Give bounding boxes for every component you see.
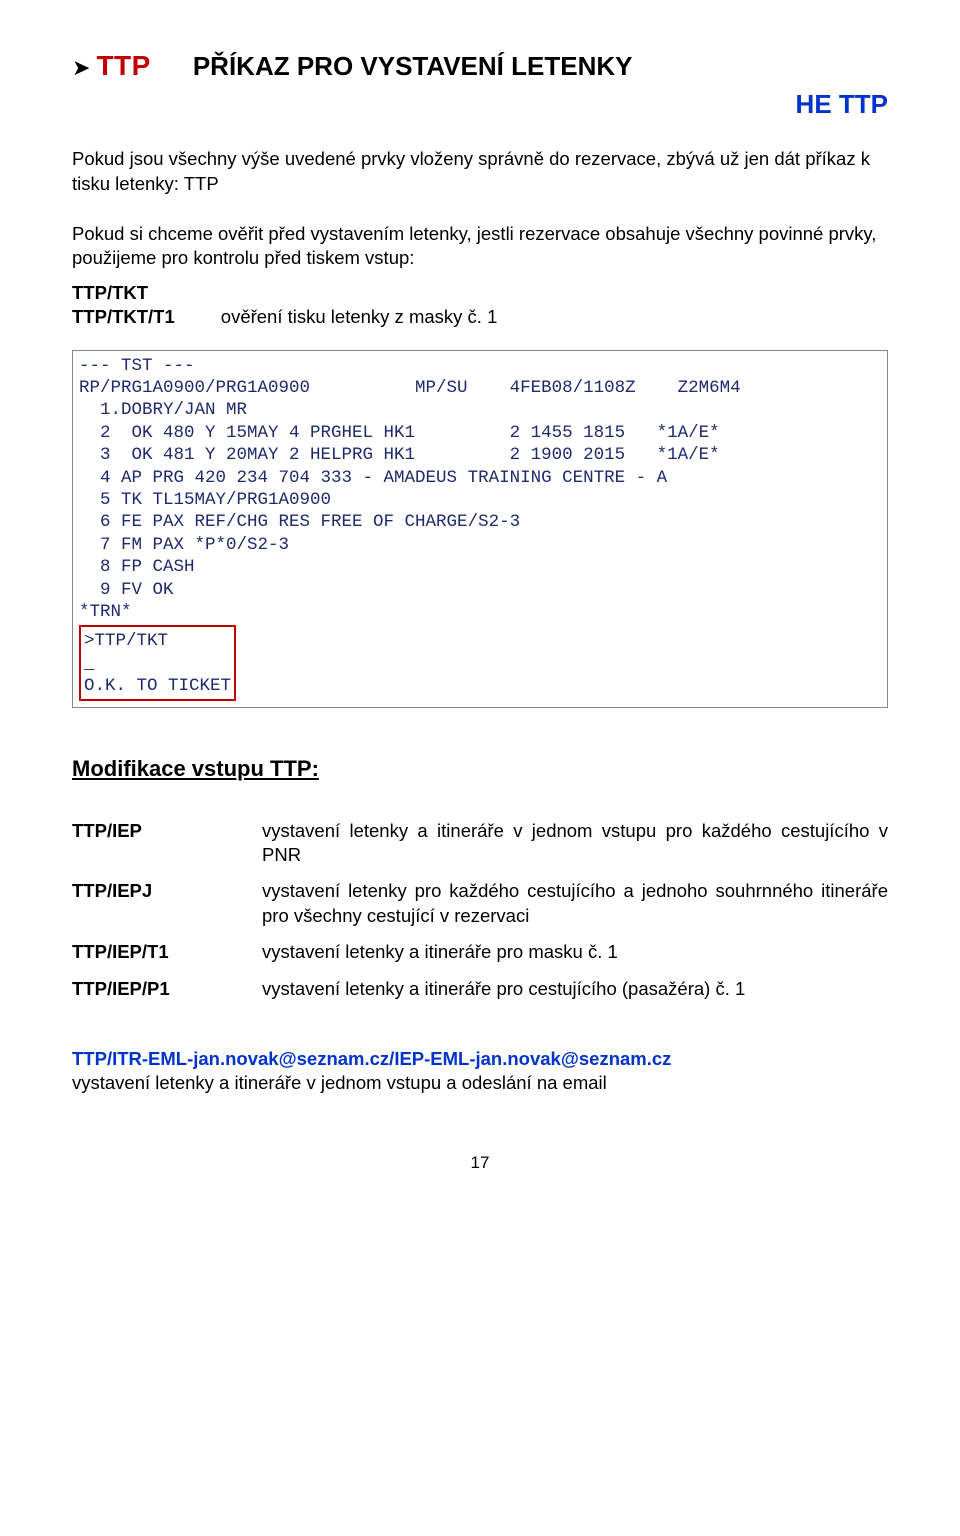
page-number: 17 bbox=[72, 1152, 888, 1174]
cmd-ttp-tkt-t1-desc: ověření tisku letenky z masky č. 1 bbox=[221, 305, 498, 329]
mod-cmd: TTP/IEP/P1 bbox=[72, 977, 262, 1001]
modifications-table: TTP/IEP vystavení letenky a itineráře v … bbox=[72, 807, 888, 1013]
cmd-ttp-tkt-desc bbox=[221, 281, 498, 305]
mod-cmd: TTP/IEP bbox=[72, 819, 262, 868]
tst-cmd-line: >TTP/TKT bbox=[84, 631, 168, 651]
terminal-output: --- TST --- RP/PRG1A0900/PRG1A0900 MP/SU… bbox=[72, 350, 888, 708]
mod-cmd: TTP/IEP/T1 bbox=[72, 940, 262, 964]
highlight-box: >TTP/TKT _ O.K. TO TICKET bbox=[79, 625, 236, 700]
tst-line: --- TST --- bbox=[79, 355, 881, 377]
mod-desc: vystavení letenky a itineráře pro masku … bbox=[262, 940, 888, 964]
intro-paragraph-2: Pokud si chceme ověřit před vystavením l… bbox=[72, 222, 888, 271]
modifications-heading: Modifikace vstupu TTP: bbox=[72, 754, 888, 783]
command-table: TTP/TKT TTP/TKT/T1 ověření tisku letenky… bbox=[72, 281, 497, 330]
tst-line: 4 AP PRG 420 234 704 333 - AMADEUS TRAIN… bbox=[79, 467, 881, 489]
tst-line: 6 FE PAX REF/CHG RES FREE OF CHARGE/S2-3 bbox=[79, 511, 881, 533]
tst-line: 2 OK 480 Y 15MAY 4 PRGHEL HK1 2 1455 181… bbox=[79, 422, 881, 444]
tst-line: 9 FV OK bbox=[79, 579, 881, 601]
mod-cmd: TTP/IEPJ bbox=[72, 879, 262, 928]
tst-line: 3 OK 481 Y 20MAY 2 HELPRG HK1 2 1900 201… bbox=[79, 444, 881, 466]
title-ttp: TTP bbox=[96, 48, 150, 85]
he-ttp: HE TTP bbox=[72, 87, 888, 121]
page-title-row: ➤ TTP PŘÍKAZ PRO VYSTAVENÍ LETENKY bbox=[72, 48, 888, 85]
email-command: TTP/ITR-EML-jan.novak@seznam.cz/IEP-EML-… bbox=[72, 1048, 671, 1069]
caret-icon: _ bbox=[84, 653, 231, 675]
tst-line: 1.DOBRY/JAN MR bbox=[79, 399, 881, 421]
tst-line: 5 TK TL15MAY/PRG1A0900 bbox=[79, 489, 881, 511]
tst-line: RP/PRG1A0900/PRG1A0900 MP/SU 4FEB08/1108… bbox=[79, 377, 881, 399]
email-command-desc: vystavení letenky a itineráře v jednom v… bbox=[72, 1071, 888, 1095]
cmd-ttp-tkt: TTP/TKT bbox=[72, 282, 148, 303]
intro-paragraph-1: Pokud jsou všechny výše uvedené prvky vl… bbox=[72, 147, 888, 196]
cmd-ttp-tkt-t1: TTP/TKT/T1 bbox=[72, 306, 175, 327]
tst-line: *TRN* bbox=[79, 601, 881, 623]
mod-desc: vystavení letenky pro každého cestujícíh… bbox=[262, 879, 888, 928]
chevron-right-icon: ➤ bbox=[72, 53, 90, 82]
mod-desc: vystavení letenky a itineráře v jednom v… bbox=[262, 819, 888, 868]
mod-desc: vystavení letenky a itineráře pro cestuj… bbox=[262, 977, 888, 1001]
tst-line: 8 FP CASH bbox=[79, 556, 881, 578]
title-main: PŘÍKAZ PRO VYSTAVENÍ LETENKY bbox=[193, 49, 633, 83]
tst-ok-line: O.K. TO TICKET bbox=[84, 675, 231, 697]
tst-line: 7 FM PAX *P*0/S2-3 bbox=[79, 534, 881, 556]
